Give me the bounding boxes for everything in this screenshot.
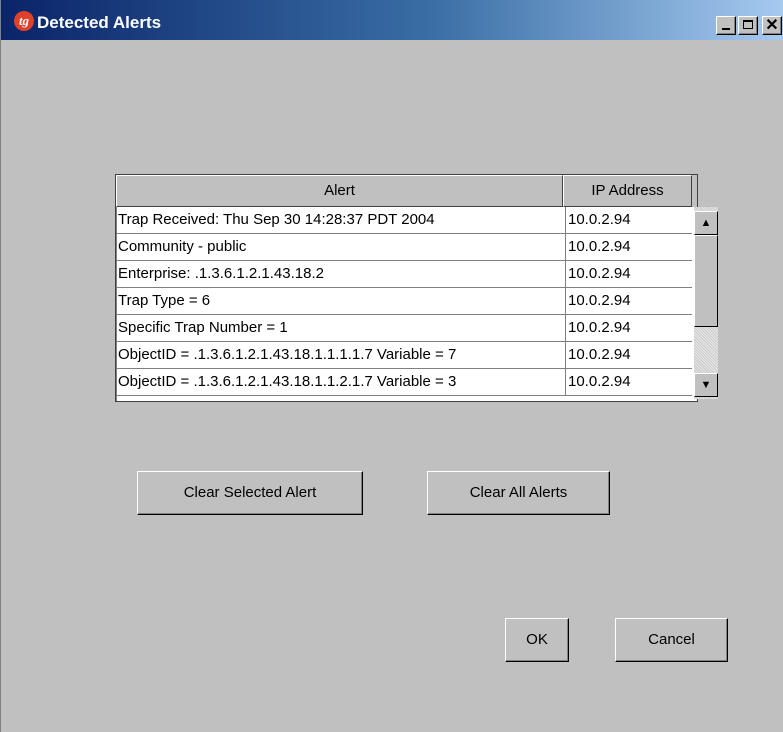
table-row[interactable]: Community - public 10.0.2.94 (116, 234, 692, 261)
alert-cell: ObjectID = .1.3.6.1.2.1.43.18.1.1.1.1.7 … (118, 346, 457, 363)
ip-address-cell: 10.0.2.94 (565, 207, 692, 233)
table-row[interactable]: ObjectID = .1.3.6.1.2.1.43.18.1.1.1.1.7 … (116, 342, 692, 369)
vertical-scrollbar[interactable]: ▲ ▼ (694, 207, 718, 399)
alert-cell: Trap Type = 6 (118, 292, 211, 309)
alert-cell: Trap Received: Thu Sep 30 14:28:37 PDT 2… (118, 211, 435, 228)
alert-cell: Enterprise: .1.3.6.1.2.1.43.18.2 (118, 265, 324, 282)
column-header-ip-address[interactable]: IP Address (563, 175, 692, 207)
window-title: Detected Alerts (37, 13, 162, 32)
table-body: Trap Received: Thu Sep 30 14:28:37 PDT 2… (116, 207, 692, 396)
minimize-icon (722, 28, 730, 30)
maximize-button[interactable] (738, 16, 758, 35)
alert-cell: Community - public (118, 238, 247, 255)
close-button[interactable]: ✕ (762, 16, 782, 35)
clear-all-alerts-button[interactable]: Clear All Alerts (427, 471, 610, 515)
ip-address-cell: 10.0.2.94 (565, 369, 692, 395)
alert-cell: ObjectID = .1.3.6.1.2.1.43.18.1.1.2.1.7 … (118, 373, 457, 390)
app-logo-icon: tg (14, 11, 34, 31)
table-row[interactable]: Trap Received: Thu Sep 30 14:28:37 PDT 2… (116, 207, 692, 234)
table-row[interactable]: ObjectID = .1.3.6.1.2.1.43.18.1.1.2.1.7 … (116, 369, 692, 396)
minimize-button[interactable] (716, 16, 736, 35)
title-bar[interactable]: tg Detected Alerts ✕ (1, 0, 783, 40)
scrollbar-thumb[interactable] (694, 235, 718, 327)
ip-address-cell: 10.0.2.94 (565, 315, 692, 341)
table-row[interactable]: Enterprise: .1.3.6.1.2.1.43.18.2 10.0.2.… (116, 261, 692, 288)
scroll-up-button[interactable]: ▲ (694, 211, 718, 235)
cancel-button[interactable]: Cancel (615, 618, 728, 662)
ip-address-cell: 10.0.2.94 (565, 342, 692, 368)
header-corner (692, 175, 697, 207)
ip-address-cell: 10.0.2.94 (565, 288, 692, 314)
detected-alerts-window: tg Detected Alerts ✕ Alert IP Address Tr… (0, 0, 783, 732)
alert-cell: Specific Trap Number = 1 (118, 319, 288, 336)
column-header-alert[interactable]: Alert (116, 175, 563, 207)
close-icon: ✕ (765, 17, 779, 34)
table-row[interactable]: Specific Trap Number = 1 10.0.2.94 (116, 315, 692, 342)
maximize-icon (743, 20, 753, 29)
table-row[interactable]: Trap Type = 6 10.0.2.94 (116, 288, 692, 315)
ip-address-cell: 10.0.2.94 (565, 234, 692, 260)
arrow-up-icon: ▲ (700, 217, 712, 229)
arrow-down-icon: ▼ (700, 379, 712, 391)
scroll-down-button[interactable]: ▼ (694, 373, 718, 397)
ip-address-cell: 10.0.2.94 (565, 261, 692, 287)
clear-selected-alert-button[interactable]: Clear Selected Alert (137, 471, 363, 515)
ok-button[interactable]: OK (505, 618, 569, 662)
